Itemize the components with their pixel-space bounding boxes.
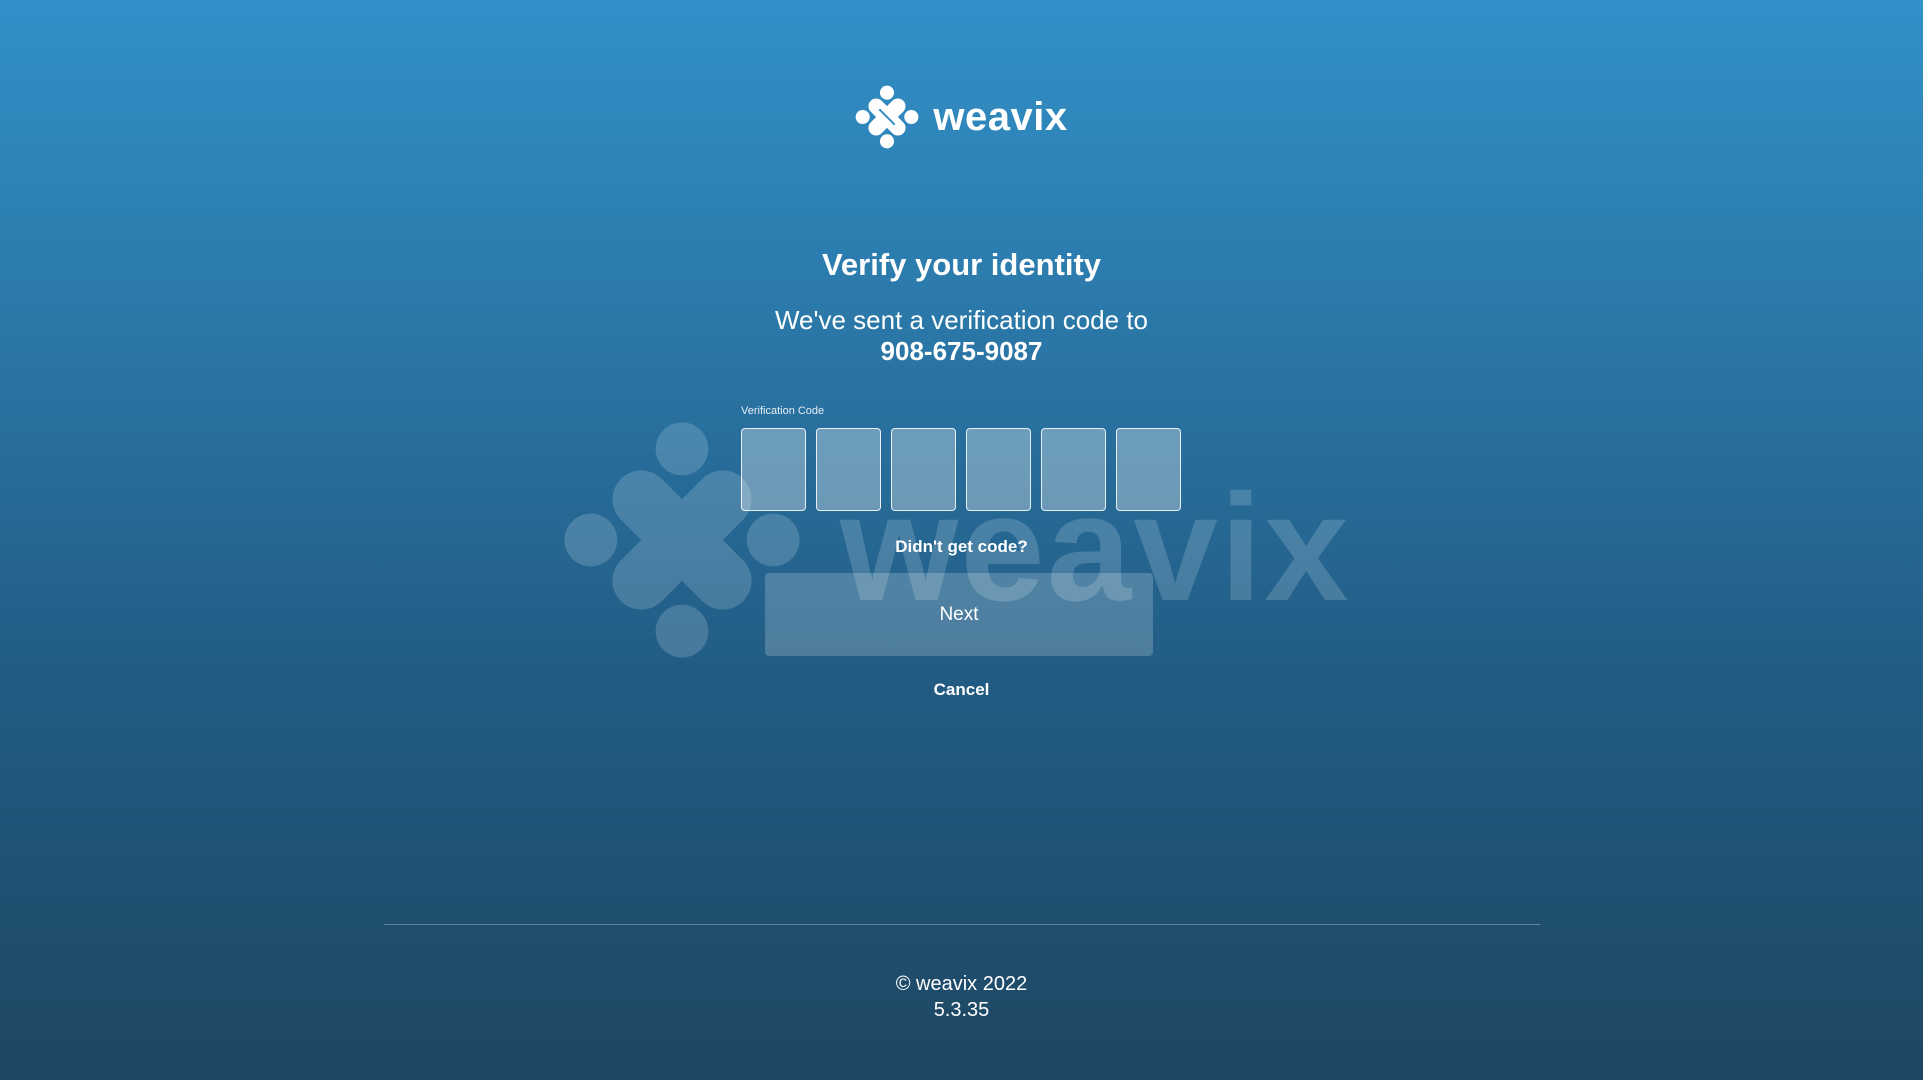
phone-number: 908-675-9087: [880, 336, 1043, 366]
code-digit-6[interactable]: [1116, 428, 1181, 511]
code-digit-5[interactable]: [1041, 428, 1106, 511]
weavix-logo-icon: [856, 85, 919, 149]
resend-code-link[interactable]: Didn't get code?: [0, 537, 1923, 557]
code-digit-3[interactable]: [891, 428, 956, 511]
brand-logo: weavix: [0, 85, 1923, 149]
brand-wordmark: weavix: [933, 95, 1068, 139]
version-text: 5.3.35: [933, 999, 990, 1021]
page-subtitle: We've sent a verification code to: [774, 305, 1148, 335]
page-title: Verify your identity: [821, 247, 1102, 282]
verification-code-input-group: [741, 428, 1181, 511]
code-digit-4[interactable]: [966, 428, 1031, 511]
copyright-text: © weavix 2022: [895, 973, 1028, 995]
code-digit-1[interactable]: [741, 428, 806, 511]
cancel-link[interactable]: Cancel: [0, 680, 1923, 700]
code-digit-2[interactable]: [816, 428, 881, 511]
next-button[interactable]: Next: [765, 573, 1153, 656]
verification-code-label: Verification Code: [741, 405, 825, 417]
footer-divider: [384, 924, 1540, 925]
